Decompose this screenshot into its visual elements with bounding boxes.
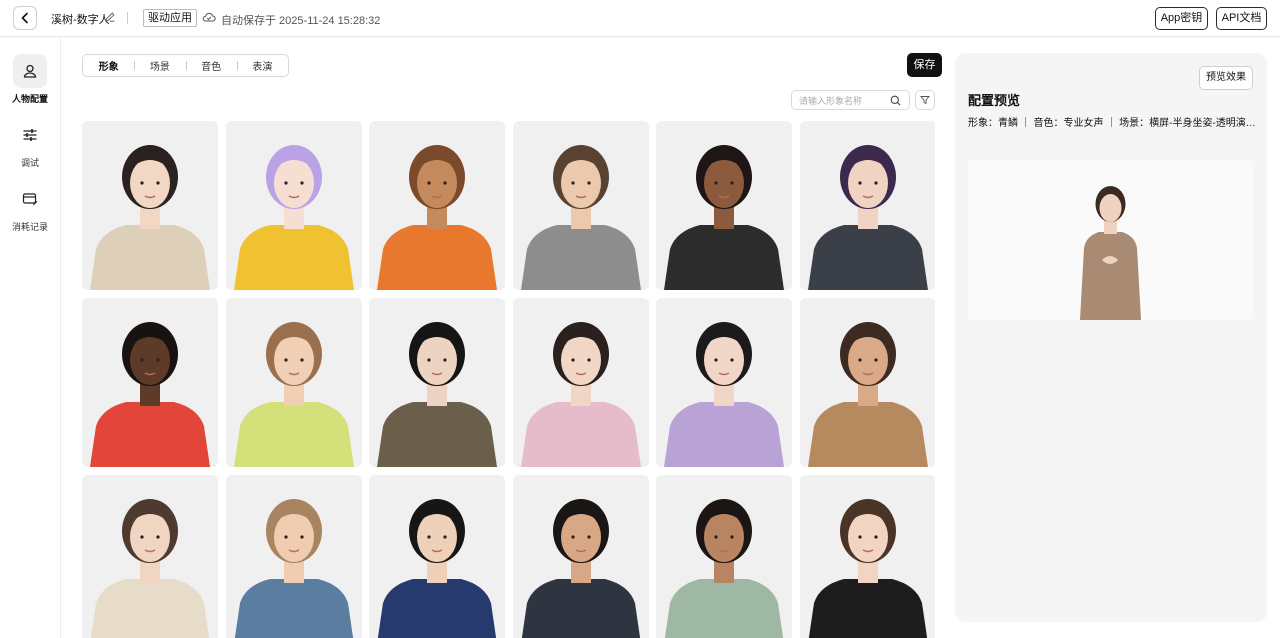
wallet-icon bbox=[13, 182, 47, 216]
avatar-portrait bbox=[664, 322, 784, 467]
avatar-card[interactable] bbox=[656, 475, 792, 638]
avatar-portrait bbox=[808, 499, 928, 638]
top-header: 溪树-数字人 驱动应用 自动保存于 2025-11-24 15:28:32 Ap… bbox=[0, 0, 1280, 37]
avatar-portrait bbox=[521, 499, 641, 638]
avatar-portrait bbox=[377, 322, 497, 467]
app-type-badge: 驱动应用 bbox=[143, 9, 197, 27]
autosave-status: 自动保存于 2025-11-24 15:28:32 bbox=[221, 15, 381, 27]
sidebar-item-label: 调试 bbox=[20, 158, 39, 168]
avatar-portrait bbox=[377, 499, 497, 638]
sidebar: 人物配置 调试 消耗记录 bbox=[0, 37, 61, 638]
avatar-card[interactable] bbox=[369, 475, 505, 638]
preview-title: 配置预览 bbox=[968, 93, 1021, 108]
avatar-portrait bbox=[90, 145, 210, 290]
back-button[interactable] bbox=[13, 6, 37, 30]
sidebar-item-debug[interactable]: 调试 bbox=[0, 118, 60, 169]
tab-appearance[interactable]: 形象 bbox=[83, 58, 134, 73]
avatar-card[interactable] bbox=[800, 298, 935, 467]
avatar-portrait bbox=[808, 145, 928, 290]
sidebar-item-usage[interactable]: 消耗记录 bbox=[0, 182, 60, 233]
avatar-card[interactable] bbox=[513, 298, 649, 467]
cloud-icon bbox=[202, 12, 216, 22]
avatar-grid bbox=[82, 121, 935, 638]
search-input[interactable] bbox=[799, 94, 887, 107]
save-button[interactable]: 保存 bbox=[907, 53, 942, 77]
api-doc-button[interactable]: API文档 bbox=[1216, 7, 1267, 30]
preview-panel: 预览效果 配置预览 形象：青鳞 ｜ 音色：专业女声 ｜ 场景：横屏-半身坐姿-透… bbox=[955, 53, 1267, 622]
avatar-card[interactable] bbox=[513, 475, 649, 638]
tab-voice[interactable]: 音色 bbox=[185, 58, 237, 73]
avatar-portrait bbox=[664, 499, 784, 638]
avatar-portrait bbox=[234, 322, 354, 467]
avatar-card[interactable] bbox=[800, 475, 935, 638]
avatar-card[interactable] bbox=[226, 121, 362, 290]
app-key-button[interactable]: App密钥 bbox=[1155, 7, 1208, 30]
preview-avatar-figure bbox=[1080, 186, 1141, 320]
filter-icon bbox=[920, 96, 930, 105]
avatar-card[interactable] bbox=[656, 121, 792, 290]
avatar-card[interactable] bbox=[800, 121, 935, 290]
config-tabs: 形象 场景 音色 表演 bbox=[82, 54, 289, 77]
person-icon bbox=[13, 54, 47, 88]
avatar-portrait bbox=[521, 145, 641, 290]
preview-summary: 形象：青鳞 ｜ 音色：专业女声 ｜ 场景：横屏-半身坐姿-透明演播室... bbox=[968, 118, 1258, 129]
tab-scene[interactable]: 场景 bbox=[134, 58, 185, 73]
avatar-card[interactable] bbox=[369, 121, 505, 290]
edit-icon[interactable] bbox=[104, 11, 116, 23]
avatar-card[interactable] bbox=[82, 121, 218, 290]
sidebar-item-character-config[interactable]: 人物配置 bbox=[0, 54, 60, 105]
avatar-portrait bbox=[664, 145, 784, 290]
chevron-left-icon bbox=[21, 12, 28, 24]
avatar-portrait bbox=[234, 145, 354, 290]
project-name: 溪树-数字人 bbox=[51, 14, 110, 26]
avatar-portrait bbox=[808, 322, 928, 467]
sidebar-item-label: 人物配置 bbox=[11, 94, 48, 104]
avatar-portrait bbox=[90, 499, 210, 638]
avatar-card[interactable] bbox=[369, 298, 505, 467]
avatar-card[interactable] bbox=[226, 475, 362, 638]
search-box bbox=[791, 90, 910, 110]
sliders-icon bbox=[13, 118, 47, 152]
sidebar-item-label: 消耗记录 bbox=[11, 222, 48, 232]
avatar-card[interactable] bbox=[513, 121, 649, 290]
avatar-portrait bbox=[377, 145, 497, 290]
avatar-portrait bbox=[90, 322, 210, 467]
avatar-card[interactable] bbox=[226, 298, 362, 467]
tab-performance[interactable]: 表演 bbox=[236, 58, 288, 73]
preview-stage bbox=[968, 160, 1253, 320]
search-icon[interactable] bbox=[890, 95, 901, 106]
avatar-card[interactable] bbox=[82, 475, 218, 638]
avatar-card[interactable] bbox=[82, 298, 218, 467]
header-divider bbox=[127, 12, 128, 24]
avatar-portrait bbox=[521, 322, 641, 467]
preview-effect-button[interactable]: 预览效果 bbox=[1199, 66, 1253, 90]
avatar-card[interactable] bbox=[656, 298, 792, 467]
filter-button[interactable] bbox=[915, 90, 935, 110]
avatar-portrait bbox=[234, 499, 354, 638]
